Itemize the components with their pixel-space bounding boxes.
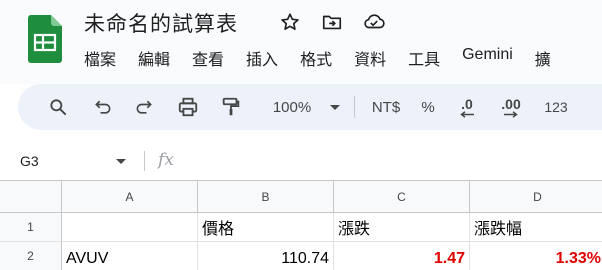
menu-edit[interactable]: 編輯 xyxy=(138,46,170,70)
sheets-logo-icon[interactable] xyxy=(28,15,62,63)
document-title[interactable]: 未命名的試算表 xyxy=(84,8,238,38)
cell-b1[interactable]: 價格 xyxy=(198,213,334,242)
title-icon-group xyxy=(278,10,386,34)
redo-icon[interactable] xyxy=(132,95,156,119)
currency-format-button[interactable]: NT$ xyxy=(367,95,405,119)
zoom-dropdown-icon[interactable] xyxy=(328,95,342,119)
cell-b2[interactable]: 110.74 xyxy=(198,242,334,270)
select-all-corner[interactable] xyxy=(0,181,62,213)
row-header-1[interactable]: 1 xyxy=(0,213,62,242)
menu-format[interactable]: 格式 xyxy=(300,46,332,70)
menu-file[interactable]: 檔案 xyxy=(84,46,116,70)
zoom-select[interactable]: 100% xyxy=(262,95,322,119)
column-header-b[interactable]: B xyxy=(198,181,334,213)
column-header-c[interactable]: C xyxy=(334,181,470,213)
menu-bar: 檔案 編輯 查看 插入 格式 資料 工具 Gemini 擴 xyxy=(84,46,551,70)
menu-insert[interactable]: 插入 xyxy=(246,46,278,70)
search-icon[interactable] xyxy=(46,95,70,119)
arrow-right-icon xyxy=(504,110,518,118)
column-header-a[interactable]: A xyxy=(62,181,198,213)
menu-extensions[interactable]: 擴 xyxy=(535,46,551,70)
cell-a1[interactable] xyxy=(62,213,198,242)
paint-format-icon[interactable] xyxy=(218,95,244,119)
cell-d2[interactable]: 1.33% xyxy=(470,242,602,270)
cell-c1[interactable]: 漲跌 xyxy=(334,213,470,242)
increase-decimal-button[interactable]: .00 xyxy=(496,95,526,119)
fx-icon: fx xyxy=(158,150,174,170)
menu-gemini[interactable]: Gemini xyxy=(462,46,513,70)
decrease-decimal-button[interactable]: .0 xyxy=(454,95,480,119)
menu-data[interactable]: 資料 xyxy=(354,46,386,70)
toolbar-divider xyxy=(354,96,355,118)
star-icon[interactable] xyxy=(278,10,302,34)
menu-tools[interactable]: 工具 xyxy=(408,46,440,70)
cloud-status-icon[interactable] xyxy=(362,10,386,34)
name-box[interactable]: G3 xyxy=(20,153,39,169)
column-header-d[interactable]: D xyxy=(470,181,602,213)
move-to-folder-icon[interactable] xyxy=(320,10,344,34)
cell-c2[interactable]: 1.47 xyxy=(334,242,470,270)
menu-view[interactable]: 查看 xyxy=(192,46,224,70)
arrow-left-icon xyxy=(460,110,474,118)
increase-decimal-label: .00 xyxy=(501,95,521,112)
toolbar: 100% NT$ % .0 .00 123 xyxy=(18,84,602,130)
cell-d1[interactable]: 漲跌幅 xyxy=(470,213,602,242)
print-icon[interactable] xyxy=(175,95,201,119)
decrease-decimal-label: .0 xyxy=(461,95,473,112)
title-bar: 未命名的試算表 檔案 編輯 查看 插入 格式 資料 工具 Gemini 擴 xyxy=(0,0,602,84)
undo-icon[interactable] xyxy=(91,95,115,119)
sheet-grid: A B C D 1 價格 漲跌 漲跌幅 2 AVUV 110.74 1.47 1… xyxy=(0,180,602,270)
percent-format-button[interactable]: % xyxy=(418,95,438,119)
name-box-dropdown-icon[interactable] xyxy=(116,159,126,164)
formula-bar-divider xyxy=(144,151,145,171)
number-format-button[interactable]: 123 xyxy=(538,95,574,119)
cell-a2[interactable]: AVUV xyxy=(62,242,198,270)
formula-bar: G3 fx xyxy=(0,142,602,180)
row-header-2[interactable]: 2 xyxy=(0,242,62,270)
